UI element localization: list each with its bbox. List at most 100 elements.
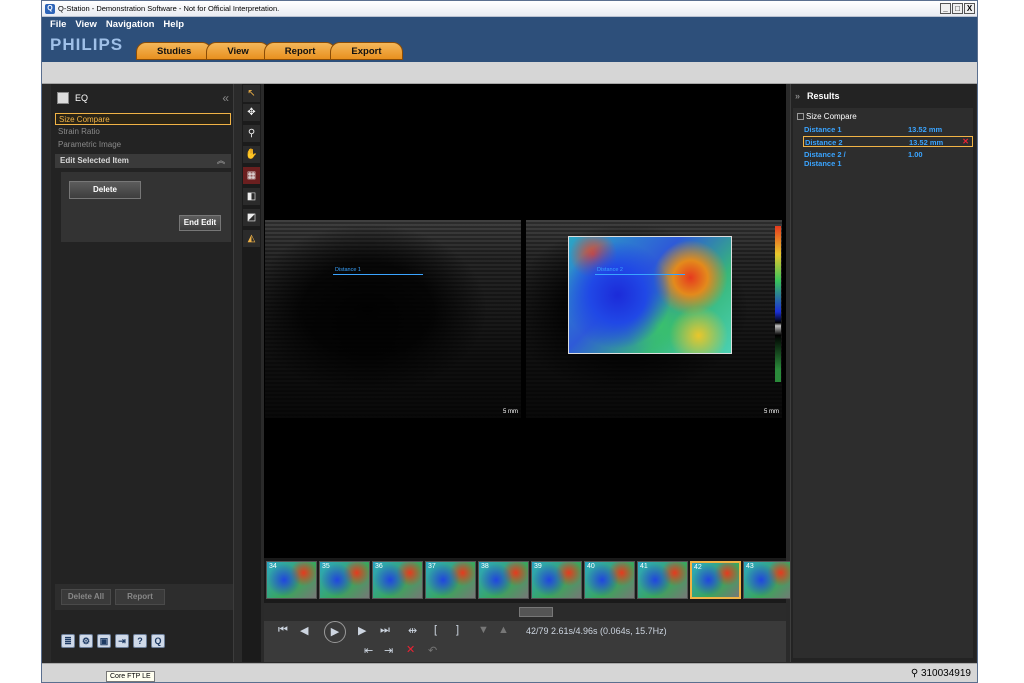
delete-x-icon[interactable]: ✕ [406, 643, 415, 656]
jump-end-icon[interactable]: ⇥ [384, 644, 393, 657]
play-button[interactable]: ▶ [324, 621, 346, 643]
list-icon[interactable]: ≣ [61, 634, 75, 648]
eq-title: EQ [75, 93, 89, 103]
edit-selected-item-section[interactable]: Edit Selected Item ︽ [55, 154, 231, 168]
menu-file[interactable]: File [50, 17, 66, 32]
tab-export[interactable]: Export [330, 42, 403, 60]
vertical-toolbar: ↖ ✥ ⚲ ✋ ▦ ◧ ◩ ◭ [242, 84, 261, 662]
brightness-icon[interactable]: ◩ [243, 209, 260, 226]
triangle-icon[interactable]: ◭ [243, 230, 260, 247]
main-tabs: Studies View Report Export [136, 42, 403, 60]
left-icon-row: ≣ ⚙ ▣ ⇥ ? Q [61, 634, 165, 648]
collapse-left-icon[interactable]: « [222, 87, 229, 109]
thumbnail[interactable]: 34 [266, 561, 317, 599]
thumbnail-selected[interactable]: 42 [690, 561, 741, 599]
report-button[interactable]: Report [115, 589, 165, 605]
title-bar: Q Q-Station - Demonstration Software - N… [42, 1, 977, 17]
pointer-icon[interactable]: ↖ [243, 85, 260, 102]
chevron-up-icon: ︽ [217, 156, 225, 165]
pan-icon[interactable]: ✥ [243, 104, 260, 121]
end-edit-button[interactable]: End Edit [179, 215, 221, 231]
help-icon[interactable]: ? [133, 634, 147, 648]
distance-2-line[interactable] [595, 274, 685, 275]
distance-1-label: Distance 1 [335, 267, 361, 273]
edit-box: Delete End Edit [61, 172, 231, 242]
q-logo-icon[interactable]: Q [151, 634, 165, 648]
layout-icon[interactable]: ◧ [243, 188, 260, 205]
app-icon: Q [45, 4, 55, 14]
scrubber-handle[interactable] [519, 607, 553, 617]
elastography-overlay: Distance 2 [568, 236, 732, 354]
tool-parametric-image[interactable]: Parametric Image [55, 139, 231, 151]
menu-navigation[interactable]: Navigation [106, 17, 155, 32]
previous-frame-icon[interactable]: ◀︎ [300, 624, 308, 637]
result-row[interactable]: Distance 1 13.52 mm [803, 124, 973, 135]
tab-studies[interactable]: Studies [136, 42, 213, 60]
exit-icon[interactable]: ⇥ [115, 634, 129, 648]
color-scale-bar [775, 226, 781, 382]
close-button[interactable]: X [964, 3, 975, 14]
hand-icon[interactable]: ✋ [243, 146, 260, 163]
thumbnail[interactable]: 43 [743, 561, 794, 599]
tab-view[interactable]: View [206, 42, 270, 60]
timeline-scrubber[interactable] [264, 603, 786, 621]
left-panel: EQ « Size Compare Strain Ratio Parametri… [51, 84, 234, 662]
remove-result-icon[interactable]: ✕ [962, 137, 969, 146]
group-toggle-icon[interactable] [797, 113, 804, 120]
tool-strain-ratio[interactable]: Strain Ratio [55, 126, 231, 138]
thumbnail[interactable]: 39 [531, 561, 582, 599]
window-title: Q-Station - Demonstration Software - Not… [58, 4, 280, 13]
mark-start-icon[interactable]: [ [434, 624, 437, 636]
mark-end-icon[interactable]: ] [456, 624, 459, 636]
up-arrow-icon[interactable]: ▲ [498, 624, 509, 636]
result-row[interactable]: Distance 2 / Distance 1 1.00 [803, 149, 973, 169]
jump-start-icon[interactable]: ⇤ [364, 644, 373, 657]
results-group[interactable]: Size Compare [797, 112, 857, 121]
result-row-selected[interactable]: Distance 2 13.52 mm ✕ [803, 136, 973, 147]
ultrasound-image-left[interactable]: Distance 1 5 mm [265, 220, 521, 418]
color-map-icon[interactable]: ▦ [243, 167, 260, 184]
down-arrow-icon[interactable]: ▼ [478, 624, 489, 636]
delete-all-button[interactable]: Delete All [61, 589, 111, 605]
tool-size-compare[interactable]: Size Compare [55, 113, 231, 125]
delete-button[interactable]: Delete [69, 181, 141, 199]
window-controls: _ □ X [940, 3, 975, 14]
scale-label-right: 5 mm [764, 409, 779, 415]
left-bottom-bar: Delete All Report [55, 584, 233, 610]
menu-help[interactable]: Help [163, 17, 184, 32]
results-panel: » Results Size Compare Distance 1 13.52 … [790, 84, 976, 662]
scale-label-left: 5 mm [503, 409, 518, 415]
maximize-button[interactable]: □ [952, 3, 963, 14]
distance-1-line[interactable] [333, 274, 423, 275]
expand-right-icon[interactable]: » [795, 86, 800, 106]
zoom-icon[interactable]: ⚲ [243, 125, 260, 142]
thumbnail[interactable]: 37 [425, 561, 476, 599]
save-icon[interactable]: ▣ [97, 634, 111, 648]
minimize-button[interactable]: _ [940, 3, 951, 14]
thumbnail[interactable]: 41 [637, 561, 688, 599]
menu-view[interactable]: View [75, 17, 96, 32]
playback-controls: ⏮ ◀︎ ▶ ▶︎ ⏭ ⇹ [ ] ▼ ▲ 42/79 2.61s/4.96s … [264, 621, 786, 662]
toolbar-strip [42, 62, 977, 84]
first-frame-icon[interactable]: ⏮ [278, 624, 288, 637]
thumbnail[interactable]: 36 [372, 561, 423, 599]
results-box: Size Compare Distance 1 13.52 mm Distanc… [793, 108, 973, 658]
menu-bar: File View Navigation Help [42, 17, 184, 32]
distance-2-label: Distance 2 [597, 267, 623, 273]
status-bar: ⚲ 310034919 [42, 663, 977, 682]
edit-selected-item-label: Edit Selected Item [60, 156, 129, 165]
taskbar-tooltip: Core FTP LE [106, 671, 155, 682]
settings-icon[interactable]: ⚙ [79, 634, 93, 648]
tab-report[interactable]: Report [263, 42, 337, 60]
last-frame-icon[interactable]: ⏭ [380, 624, 390, 637]
thumbnail[interactable]: 40 [584, 561, 635, 599]
frame-status: 42/79 2.61s/4.96s (0.064s, 15.7Hz) [526, 626, 667, 636]
split-icon[interactable]: ⇹ [408, 624, 417, 637]
results-group-label: Size Compare [806, 112, 857, 121]
app-header: File View Navigation Help PHILIPS Studie… [42, 17, 977, 62]
undo-icon[interactable]: ↶ [428, 644, 437, 657]
ultrasound-image-right[interactable]: Distance 2 5 mm [526, 220, 782, 418]
thumbnail[interactable]: 35 [319, 561, 370, 599]
next-frame-icon[interactable]: ▶︎ [358, 624, 366, 637]
thumbnail[interactable]: 38 [478, 561, 529, 599]
